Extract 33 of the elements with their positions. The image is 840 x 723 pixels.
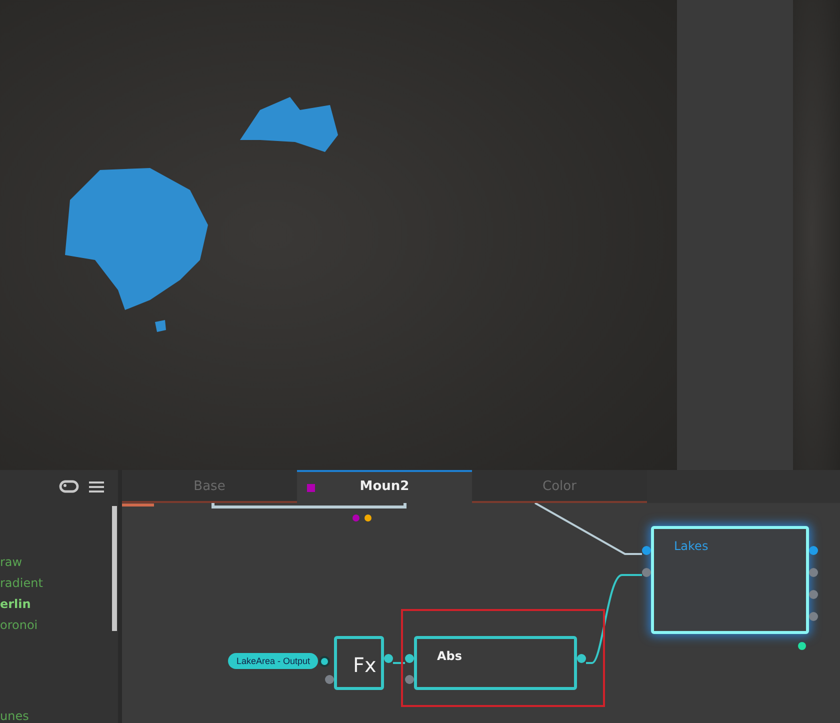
output-port[interactable] xyxy=(319,656,330,666)
output-port[interactable] xyxy=(384,654,393,663)
output-port[interactable] xyxy=(809,546,818,555)
node-title: Lakes xyxy=(674,539,708,553)
input-port[interactable] xyxy=(642,568,651,577)
graph-node[interactable]: Fx xyxy=(334,636,384,690)
graph-node[interactable]: Abs xyxy=(414,636,577,690)
color-marker-icon xyxy=(307,484,315,492)
output-port[interactable] xyxy=(809,568,818,577)
lake-shape xyxy=(155,320,166,332)
connector-line xyxy=(393,662,405,664)
node-title: Abs xyxy=(437,649,462,663)
output-tag[interactable]: LakeArea - Output xyxy=(228,653,318,669)
input-port[interactable] xyxy=(405,675,414,684)
graph-tab[interactable]: Moun2 xyxy=(297,470,472,503)
graph-node[interactable]: Lakes xyxy=(651,526,809,634)
output-port[interactable] xyxy=(809,590,818,599)
output-port[interactable] xyxy=(809,612,818,621)
node-list-item[interactable]: radient xyxy=(0,573,43,594)
node-list-item[interactable]: unes xyxy=(0,706,43,723)
port-icon xyxy=(798,642,806,650)
node-list-item[interactable]: oronoi xyxy=(0,615,43,636)
node-title: Fx xyxy=(353,653,376,677)
input-port[interactable] xyxy=(642,546,651,555)
node-list-item[interactable]: raw xyxy=(0,552,43,573)
input-port[interactable] xyxy=(325,675,334,684)
input-port[interactable] xyxy=(405,654,414,663)
node-list-item[interactable]: erlin xyxy=(0,594,43,615)
node-edge xyxy=(122,504,154,506)
toggle-icon[interactable] xyxy=(59,480,79,493)
output-port[interactable] xyxy=(577,654,586,663)
menu-icon[interactable] xyxy=(89,480,104,492)
scrollbar[interactable] xyxy=(112,506,117,631)
